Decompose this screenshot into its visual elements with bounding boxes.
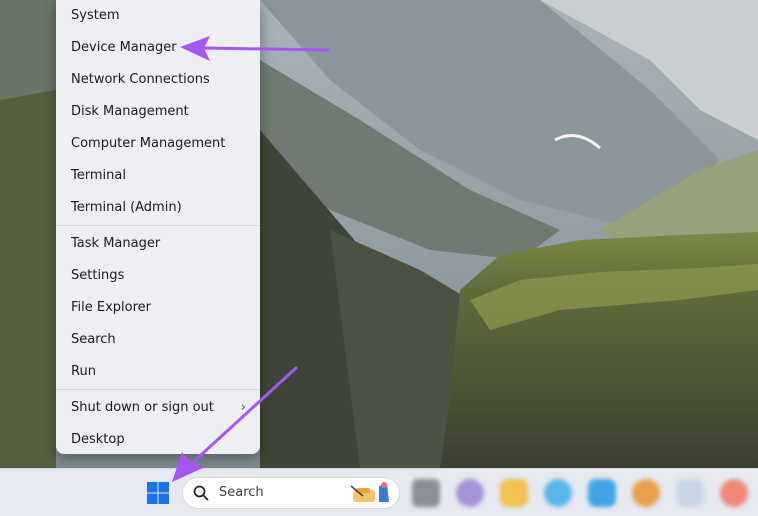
menu-item-label: Settings [71,268,125,283]
menu-item-label: Terminal [71,168,126,183]
menu-item-search[interactable]: Search [56,324,260,356]
menu-item-label: Desktop [71,432,125,447]
menu-item-disk-management[interactable]: Disk Management [56,96,260,128]
menu-item-computer-management[interactable]: Computer Management [56,128,260,160]
menu-item-label: Computer Management [71,136,226,151]
menu-item-label: Task Manager [71,236,161,251]
menu-item-settings[interactable]: Settings [56,260,260,292]
menu-item-terminal-admin[interactable]: Terminal (Admin) [56,192,260,224]
menu-item-label: Disk Management [71,104,189,119]
search-highlight-icon [350,482,389,502]
taskbar-app-other-icon[interactable] [720,479,748,507]
menu-item-label: Network Connections [71,72,210,87]
menu-divider [56,225,260,226]
taskbar-app-store-icon[interactable] [588,479,616,507]
menu-item-terminal[interactable]: Terminal [56,160,260,192]
menu-item-shut-down[interactable]: Shut down or sign out › [56,392,260,424]
start-button[interactable] [140,475,176,511]
taskbar-app-chrome-icon[interactable] [632,479,660,507]
taskbar-app-copilot-icon[interactable] [456,479,484,507]
menu-item-file-explorer[interactable]: File Explorer [56,292,260,324]
search-placeholder: Search [219,485,264,500]
taskbar-app-edge-icon[interactable] [544,479,572,507]
menu-item-label: System [71,8,120,23]
taskbar: Search [0,468,758,516]
menu-item-label: Device Manager [71,40,177,55]
windows-logo-icon [147,482,169,504]
menu-item-system[interactable]: System [56,0,260,32]
power-user-menu: System Device Manager Network Connection… [56,0,260,454]
menu-item-label: Search [71,332,116,347]
chevron-right-icon: › [240,400,246,415]
menu-item-label: Terminal (Admin) [71,200,182,215]
menu-item-label: File Explorer [71,300,152,315]
menu-divider [56,389,260,390]
menu-item-device-manager[interactable]: Device Manager [56,32,260,64]
search-icon [193,485,209,501]
menu-item-label: Shut down or sign out [71,400,214,415]
menu-item-label: Run [71,364,96,379]
menu-item-network-connections[interactable]: Network Connections [56,64,260,96]
taskbar-app-paint-icon[interactable] [676,479,704,507]
menu-item-run[interactable]: Run [56,356,260,388]
menu-item-desktop[interactable]: Desktop [56,424,260,456]
taskbar-app-widgets-icon[interactable] [412,479,440,507]
taskbar-app-file-explorer-icon[interactable] [500,479,528,507]
menu-item-task-manager[interactable]: Task Manager [56,228,260,260]
taskbar-search-box[interactable]: Search [182,477,400,509]
